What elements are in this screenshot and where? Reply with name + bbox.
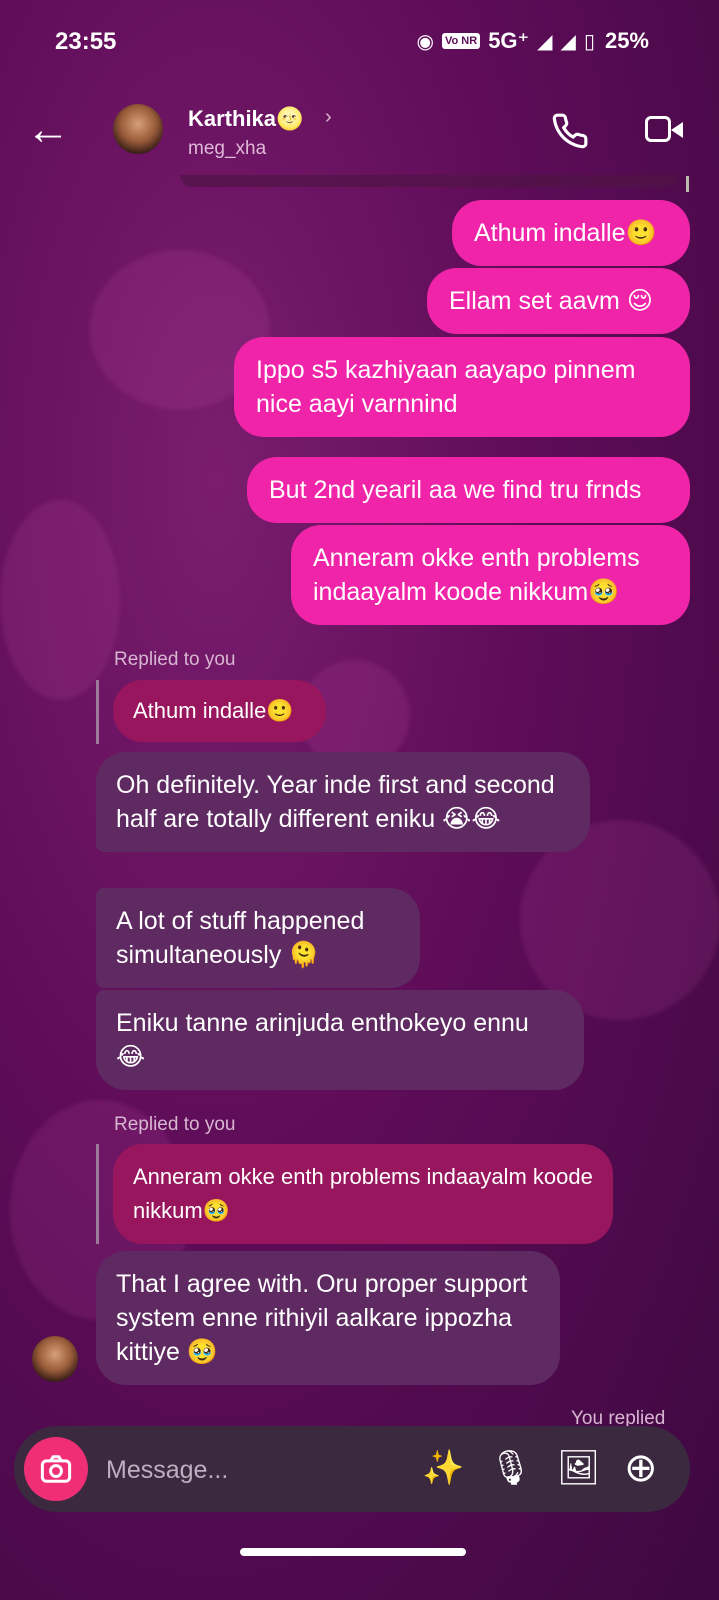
contact-username[interactable]: meg_xha <box>188 138 266 160</box>
received-message[interactable]: A lot of stuff happened simultaneously 🫠 <box>96 888 420 988</box>
back-arrow-icon[interactable]: ← <box>26 108 70 152</box>
replied-label: Replied to you <box>114 649 236 670</box>
status-time: 23:55 <box>55 28 117 55</box>
microphone-icon[interactable]: 🎙 <box>489 1448 532 1488</box>
signal-icon-2: ◢ <box>560 30 576 53</box>
gallery-icon[interactable]: 🖼 <box>557 1448 600 1488</box>
battery-percent: 25% <box>604 28 649 53</box>
battery-icon: ▯ <box>583 30 595 53</box>
camera-button[interactable] <box>24 1437 88 1501</box>
received-message[interactable]: That I agree with. Oru proper support sy… <box>96 1251 560 1385</box>
quoted-message[interactable]: Athum indalle🙂 <box>113 680 326 742</box>
received-message[interactable]: Oh definitely. Year inde first and secon… <box>96 752 590 852</box>
signal-icon: ◢ <box>537 30 553 53</box>
phone-svg <box>552 113 588 149</box>
reply-indicator <box>96 680 99 744</box>
sent-message[interactable]: But 2nd yearil aa we find tru frnds <box>247 457 690 523</box>
replied-label: Replied to you <box>114 1114 236 1135</box>
background-heart <box>0 500 120 700</box>
home-indicator[interactable] <box>240 1548 466 1556</box>
contact-avatar[interactable] <box>113 104 163 154</box>
status-bar: 23:55 ◉ Vo NR 5G⁺ ◢ ◢ ▯ 25% <box>0 0 719 84</box>
camera-icon <box>40 1455 72 1483</box>
sent-message[interactable]: Athum indalle🙂 <box>452 200 690 266</box>
scrollbar[interactable] <box>686 176 689 192</box>
contact-name[interactable]: Karthika🌝 <box>188 106 303 132</box>
message-input[interactable] <box>104 1452 388 1488</box>
add-plus-icon[interactable]: ⊕ <box>624 1448 658 1488</box>
previous-message-edge <box>180 175 680 187</box>
phone-call-icon[interactable] <box>551 112 589 159</box>
message-composer: ✨ 🎙 🖼 ⊕ <box>14 1426 690 1512</box>
sent-message[interactable]: Ellam set aavm 😌 <box>427 268 690 334</box>
received-message[interactable]: Eniku tanne arinjuda enthokeyo ennu 😂 <box>96 990 584 1090</box>
chevron-right-icon[interactable]: › <box>325 106 332 129</box>
volte-icon: Vo NR <box>442 33 481 49</box>
sticker-icon[interactable]: ✨ <box>422 1448 464 1488</box>
sent-message[interactable]: Anneram okke enth problems indaayalm koo… <box>291 525 690 625</box>
sender-avatar[interactable] <box>32 1336 78 1382</box>
quoted-message[interactable]: Anneram okke enth problems indaayalm koo… <box>113 1144 613 1244</box>
network-label: 5G⁺ <box>488 28 530 53</box>
reply-indicator <box>96 1144 99 1244</box>
sent-message[interactable]: Ippo s5 kazhiyaan aayapo pinnem nice aay… <box>234 337 690 437</box>
video-call-lens <box>671 122 683 138</box>
video-call-box <box>645 116 671 142</box>
status-icons: ◉ Vo NR 5G⁺ ◢ ◢ ▯ 25% <box>417 28 649 54</box>
video-call-icon[interactable] <box>645 112 683 146</box>
hotspot-icon: ◉ <box>416 30 434 53</box>
chat-header: ← Karthika🌝 › meg_xha <box>0 90 719 176</box>
